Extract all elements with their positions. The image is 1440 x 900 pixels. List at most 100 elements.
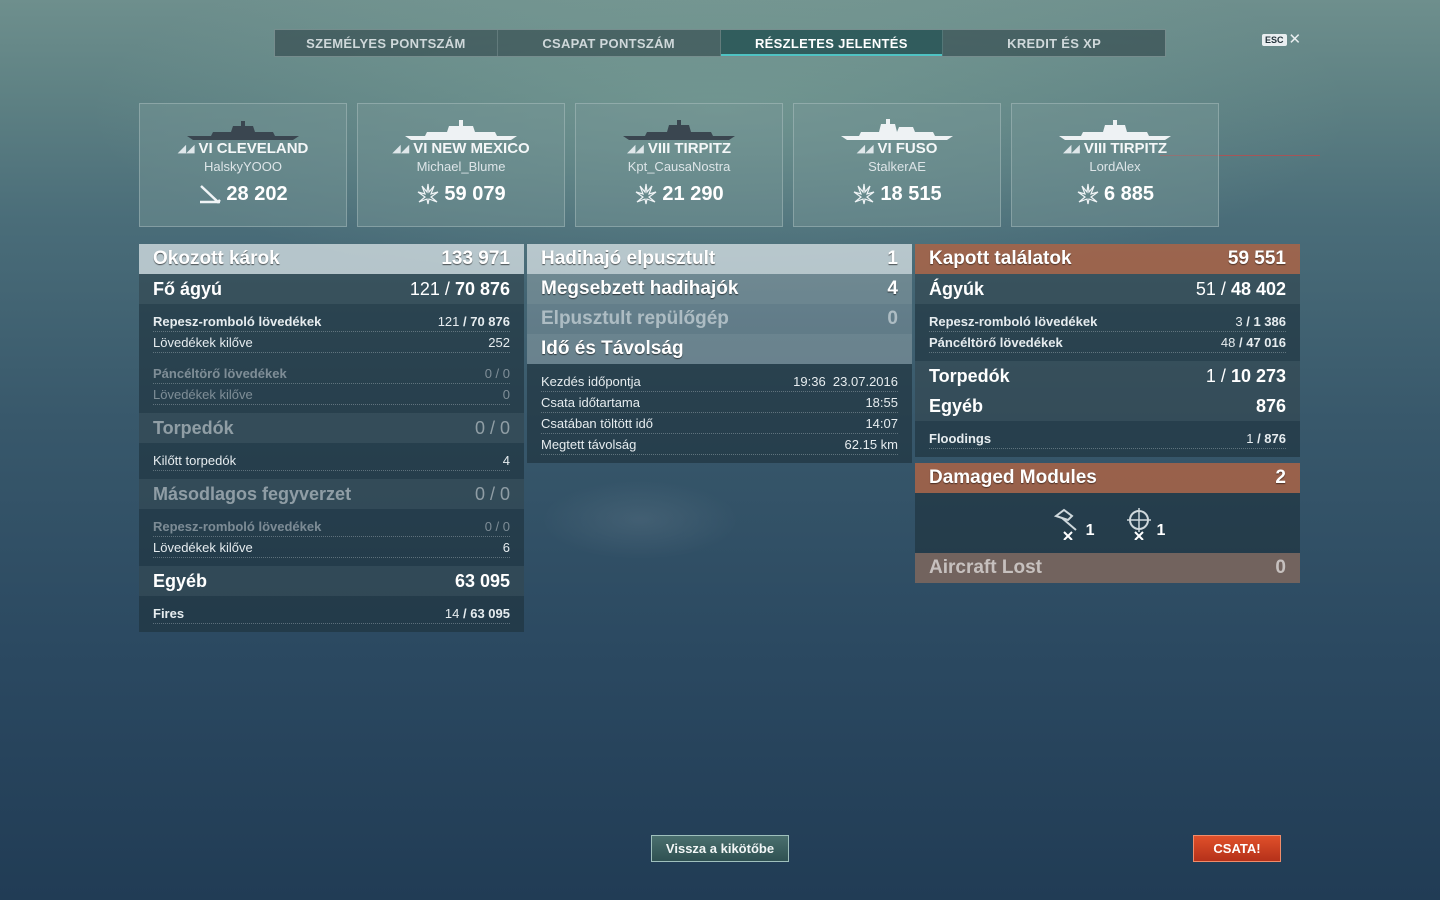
stat-hits: 48 [1220,334,1236,350]
player-name: LordAlex [1089,159,1141,174]
ship-name: ◢◢ VIII TIRPITZ [627,140,731,157]
ship-sunk-icon [200,185,222,204]
main-guns-label: Fő ágyú [153,278,223,299]
damage-dealt-panel: Okozott károk 133 971 Fő ágyú 121 / 70 8… [139,244,524,632]
tab-personal-score[interactable]: SZEMÉLYES PONTSZÁM [275,30,498,56]
ship-card[interactable]: ◢◢ VI NEW MEXICO Michael_Blume 59 079 [357,103,565,227]
damage-received-panel: Kapott találatok 59 551 Ágyúk 51 / 48 40… [915,244,1300,583]
stat-row: Fires 14 / 63 095 [153,603,510,624]
close-icon: ✕ [1288,31,1302,48]
time-distance-details: Kezdés időpontja 19:36 23.07.2016 Csata i… [527,364,912,463]
stat-row: Kilőtt torpedók 4 [153,450,510,471]
stat-value: 0 / 0 [484,365,510,381]
stat-hits: 1 [1246,430,1254,446]
ships-destroyed-header: Hadihajó elpusztult 1 [527,244,912,274]
back-to-port-button[interactable]: Vissza a kikötőbe [651,835,789,862]
stat-row: Lövedékek kilőve 0 [153,384,510,405]
stat-label: Lövedékek kilőve [153,386,253,402]
stat-label: Repesz-romboló lövedékek [153,518,322,534]
main-guns-total: 70 876 [454,278,510,299]
main-guns-hits: 121 [409,278,440,299]
stat-value: 19:36 23.07.2016 [793,373,898,389]
other-received-header: Egyéb 876 [915,391,1300,421]
stat-label: Páncéltörő lövedékek [929,334,1063,350]
planes-destroyed-header: Elpusztult repülőgép 0 [527,304,912,334]
aircraft-lost-label: Aircraft Lost [929,557,1042,578]
other-header: Egyéb 63 095 [139,566,524,596]
stat-value: 14:07 [865,415,898,431]
other-received-details: Floodings 1 / 876 [915,421,1300,457]
secondary-details: Repesz-romboló lövedékek 0 / 0 Lövedékek … [139,509,524,566]
ship-name-text: NEW MEXICO [431,140,530,157]
ship-tier: VI [877,140,892,157]
damage-dealt-header: Okozott károk 133 971 [139,244,524,274]
score-value: 6 885 [1103,182,1155,205]
module-item: 1 [1121,506,1166,540]
damaged-modules-value: 2 [1275,467,1286,488]
player-name: Michael_Blume [416,159,506,174]
class-icon: ◢◢ [177,143,195,155]
aircraft-lost-value: 0 [1275,557,1286,578]
module-count: 1 [1156,522,1166,539]
tab-detailed-report[interactable]: RÉSZLETES JELENTÉS [720,30,944,56]
stat-total: 1 386 [1253,313,1286,329]
esc-key-label: ESC [1262,34,1287,46]
battle-button[interactable]: CSATA! [1193,835,1281,862]
stat-row: Repesz-romboló lövedékek 121 / 70 876 [153,311,510,332]
tab-team-score[interactable]: CSAPAT PONTSZÁM [498,30,721,56]
stat-label: Repesz-romboló lövedékek [929,313,1098,329]
stat-row: Lövedékek kilőve 6 [153,537,510,558]
torpedoes-received-label: Torpedók [929,365,1010,386]
planes-destroyed-value: 0 [887,308,898,329]
torpedoes-received-value: 1 / 10 273 [1205,365,1286,386]
torpedoes-value: 0 / 0 [474,417,510,438]
stat-label: Csata időtartama [541,394,640,410]
ship-tier: VI [413,140,428,157]
ship-card[interactable]: ◢◢ VIII TIRPITZ Kpt_CausaNostra 21 290 [575,103,783,227]
stat-row: Kezdés időpontja 19:36 23.07.2016 [541,371,898,392]
stat-value: 62.15 km [844,436,898,452]
damage-icon [418,183,439,205]
damage-dealt-value: 133 971 [441,248,510,269]
stat-value: 0 / 0 [484,518,510,534]
close-button[interactable]: ESC ✕ [1262,31,1302,48]
ship-card[interactable]: ◢◢ VI CLEVELAND HalskyYOOO 28 202 [139,103,347,227]
planes-destroyed-label: Elpusztult repülőgép [541,308,729,329]
damage-dealt-label: Okozott károk [153,248,280,269]
main-guns-value: 121 / 70 876 [409,278,510,299]
ships-damaged-header: Megsebzett hadihajók 4 [527,274,912,304]
main-guns-header: Fő ágyú 121 / 70 876 [139,274,524,304]
ship-silhouette-icon [841,119,953,140]
stat-value: 18:55 [865,394,898,410]
ship-name-text: TIRPITZ [1110,140,1168,157]
other-details: Fires 14 / 63 095 [139,596,524,632]
ship-card[interactable]: ◢◢ VIII TIRPITZ LordAlex 6 885 [1011,103,1219,227]
ship-name-text: TIRPITZ [674,140,732,157]
guns-value: 51 / 48 402 [1195,278,1286,299]
damage-icon [636,183,657,205]
guns-header: Ágyúk 51 / 48 402 [915,274,1300,304]
stat-row: Csatában töltött idő 14:07 [541,413,898,434]
other-value: 63 095 [454,570,510,591]
ship-silhouette-icon [405,120,517,140]
stat-label: Kezdés időpontja [541,373,641,389]
stat-label: Kilőtt torpedók [153,452,237,468]
sea-background [540,480,740,560]
stat-value: 4 [502,452,510,468]
damaged-modules-header: Damaged Modules 2 [915,463,1300,493]
class-icon: ◢◢ [856,143,874,155]
hits-received-header: Kapott találatok 59 551 [915,244,1300,274]
guns-label: Ágyúk [929,278,985,299]
ship-name: ◢◢ VI FUSO [857,140,938,157]
steering-icon [1126,508,1151,540]
damage-icon [1077,183,1099,205]
score-value: 28 202 [226,182,288,205]
tab-credits-xp[interactable]: KREDIT ÉS XP [943,30,1165,56]
ship-card[interactable]: ◢◢ VI FUSO StalkerAE 18 515 [793,103,1001,227]
hits-received-label: Kapott találatok [929,248,1072,269]
stat-value: 121 / 70 876 [437,313,510,329]
ship-score: 21 290 [634,182,724,206]
torpedoes-received-header: Torpedók 1 / 10 273 [915,361,1300,391]
stat-value: 1 / 876 [1246,430,1286,446]
time-distance-header: Idő és Távolság [527,334,912,364]
